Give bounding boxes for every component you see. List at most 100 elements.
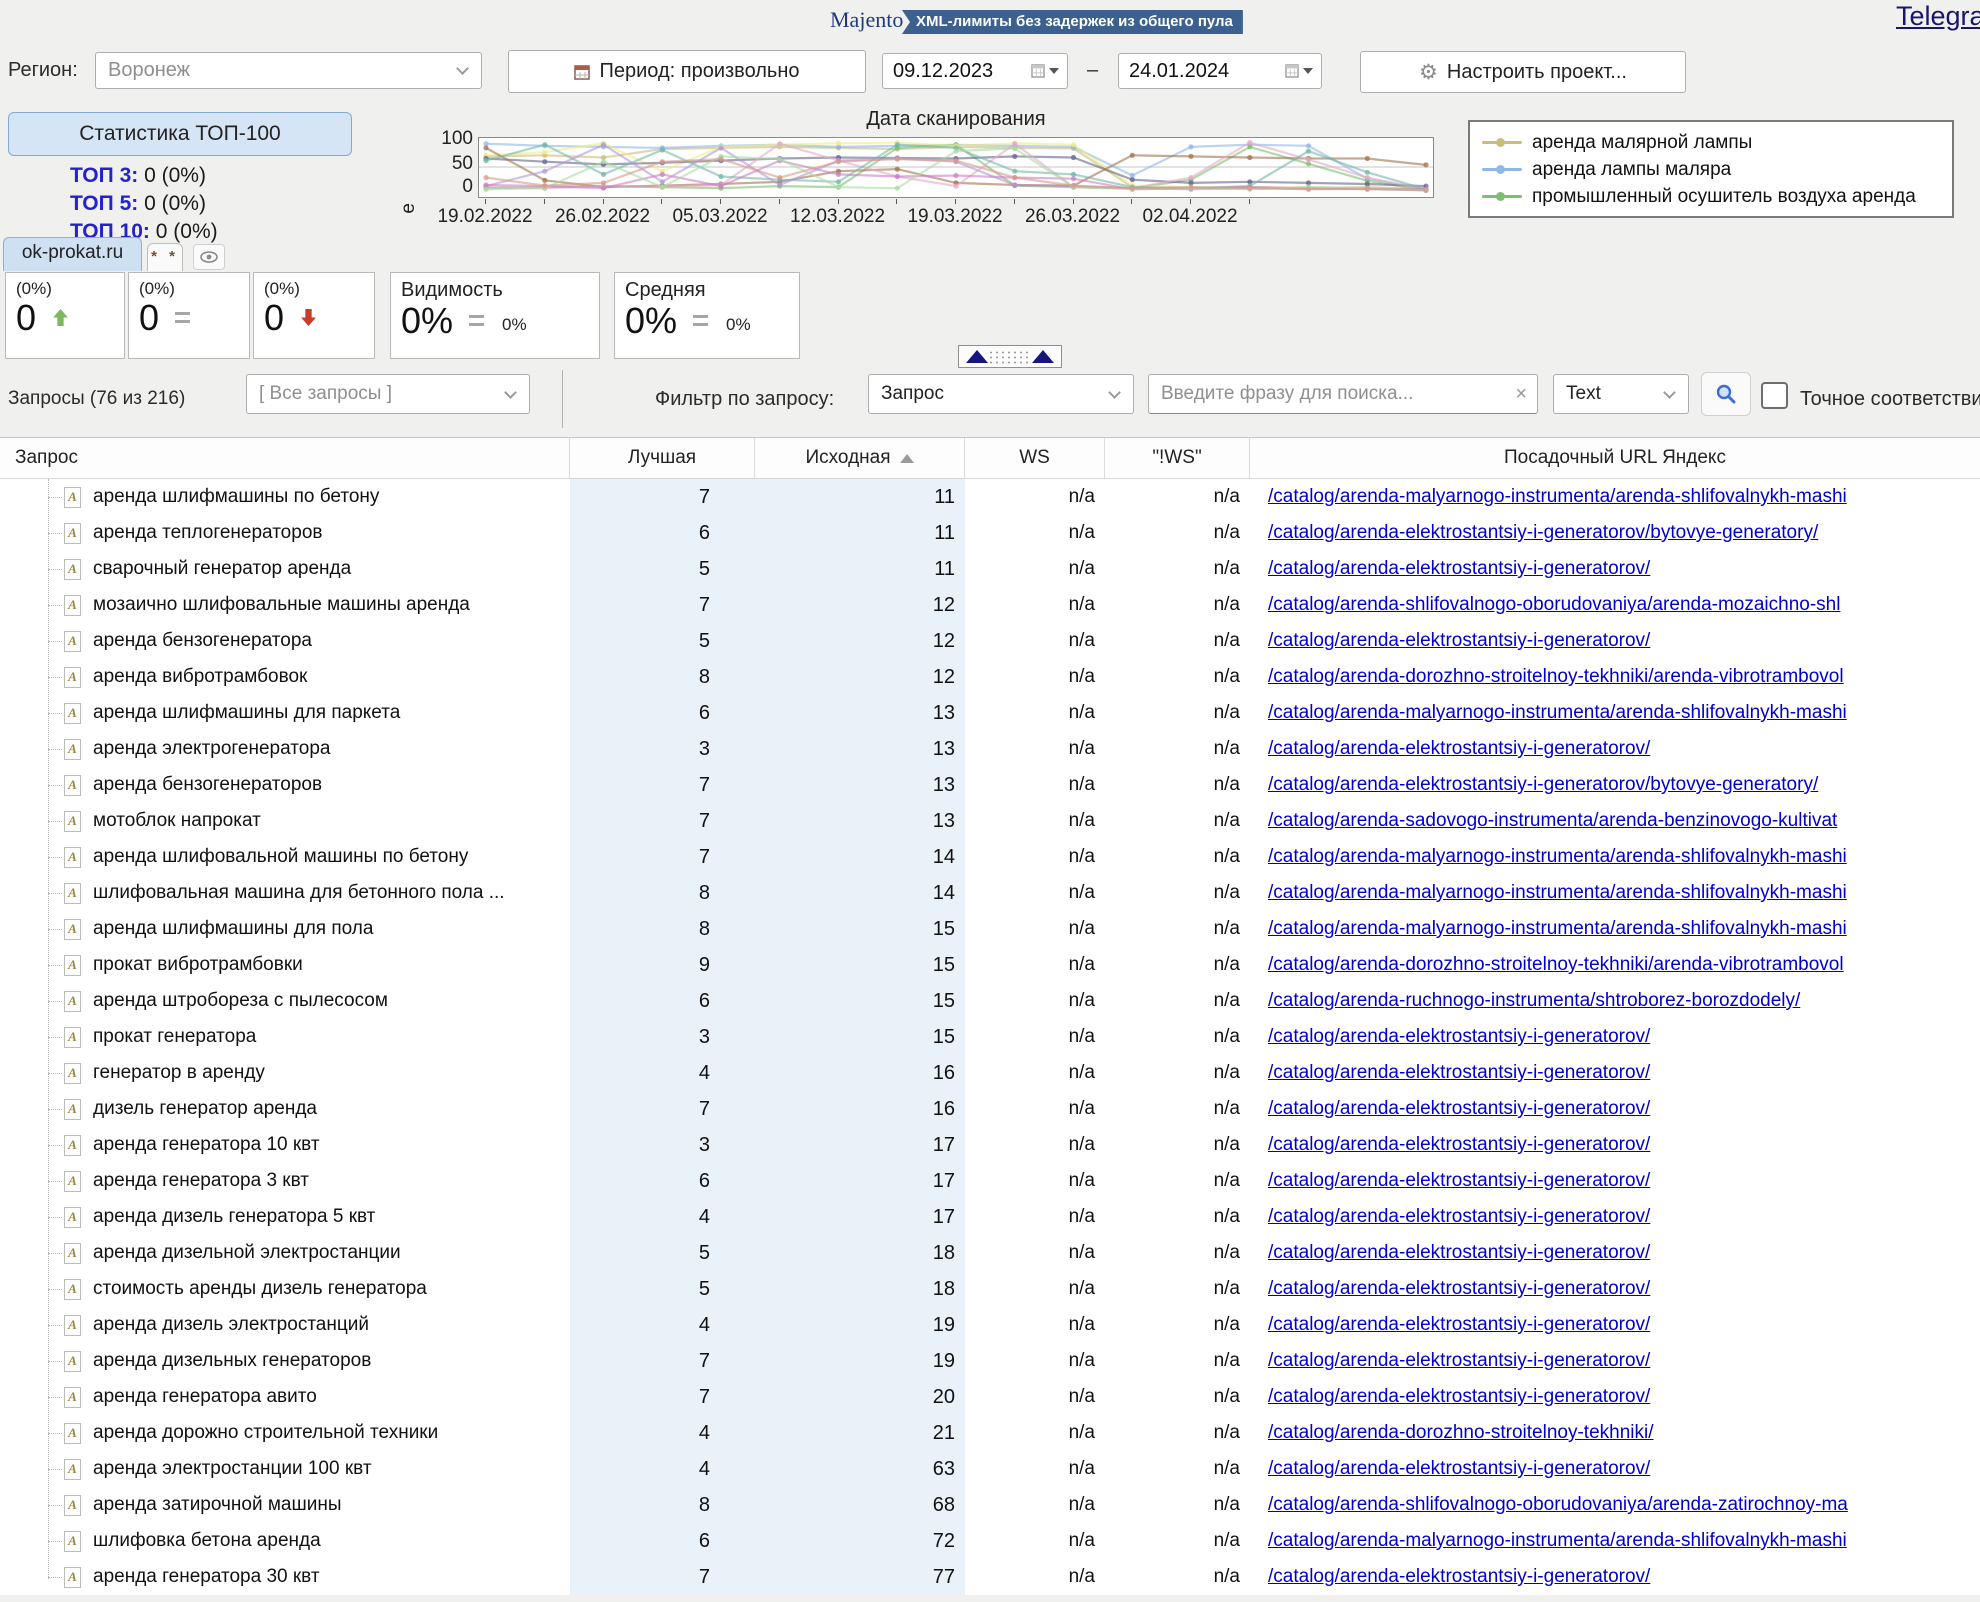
landing-url-link[interactable]: /catalog/arenda-elektrostantsiy-i-genera…	[1268, 1278, 1650, 1299]
table-row[interactable]: Aаренда вибротрамбовок812n/an/a/catalog/…	[0, 659, 1980, 695]
table-row[interactable]: Aаренда генератора авито720n/an/a/catalo…	[0, 1379, 1980, 1415]
legend-item[interactable]: аренда лампы маляра	[1482, 156, 1940, 183]
table-row[interactable]: Aаренда затирочной машины868n/an/a/catal…	[0, 1487, 1980, 1523]
landing-url-link[interactable]: /catalog/arenda-elektrostantsiy-i-genera…	[1268, 1170, 1650, 1191]
landing-url-link[interactable]: /catalog/arenda-ruchnogo-instrumenta/sht…	[1268, 990, 1800, 1011]
table-row[interactable]: Aшлифовальная машина для бетонного пола …	[0, 875, 1980, 911]
landing-url-link[interactable]: /catalog/arenda-elektrostantsiy-i-genera…	[1268, 1566, 1650, 1587]
landing-url-link[interactable]: /catalog/arenda-elektrostantsiy-i-genera…	[1268, 1242, 1650, 1263]
landing-url-link[interactable]: /catalog/arenda-elektrostantsiy-i-genera…	[1268, 738, 1650, 759]
landing-url-link[interactable]: /catalog/arenda-malyarnogo-instrumenta/a…	[1268, 846, 1847, 867]
table-row[interactable]: Aаренда электрогенератора313n/an/a/catal…	[0, 731, 1980, 767]
match-mode-select[interactable]: Text	[1553, 374, 1689, 414]
tree-branch-line	[48, 1073, 62, 1074]
landing-url-link[interactable]: /catalog/arenda-malyarnogo-instrumenta/a…	[1268, 486, 1847, 507]
search-button[interactable]	[1701, 372, 1751, 416]
table-row[interactable]: Aсварочный генератор аренда511n/an/a/cat…	[0, 551, 1980, 587]
landing-url-link[interactable]: /catalog/arenda-malyarnogo-instrumenta/a…	[1268, 1530, 1847, 1551]
table-row[interactable]: Aаренда генератора 30 квт777n/an/a/catal…	[0, 1559, 1980, 1595]
landing-url-link[interactable]: /catalog/arenda-elektrostantsiy-i-genera…	[1268, 630, 1650, 651]
series-point	[1247, 155, 1252, 160]
table-row[interactable]: Aаренда шлифовальной машины по бетону714…	[0, 839, 1980, 875]
landing-url-link[interactable]: /catalog/arenda-elektrostantsiy-i-genera…	[1268, 1350, 1650, 1371]
column-header-ws[interactable]: WS	[965, 438, 1105, 478]
table-row[interactable]: Aшлифовка бетона аренда672n/an/a/catalog…	[0, 1523, 1980, 1559]
column-header-url[interactable]: Посадочный URL Яндекс	[1250, 438, 1980, 478]
landing-url-link[interactable]: /catalog/arenda-elektrostantsiy-i-genera…	[1268, 1458, 1650, 1479]
visibility-toggle-button[interactable]	[193, 244, 225, 270]
landing-url-link[interactable]: /catalog/arenda-shlifovalnogo-oborudovan…	[1268, 1494, 1848, 1515]
table-row[interactable]: Aаренда штробореза с пылесосом615n/an/a/…	[0, 983, 1980, 1019]
date-picker-icon[interactable]	[1031, 64, 1059, 78]
landing-url-link[interactable]: /catalog/arenda-elektrostantsiy-i-genera…	[1268, 1098, 1650, 1119]
landing-url-link[interactable]: /catalog/arenda-elektrostantsiy-i-genera…	[1268, 522, 1818, 543]
search-phrase-input[interactable]: Введите фразу для поиска... ×	[1148, 374, 1538, 414]
table-row[interactable]: Aаренда бензогенераторов713n/an/a/catalo…	[0, 767, 1980, 803]
table-row[interactable]: Aпрокат генератора315n/an/a/catalog/aren…	[0, 1019, 1980, 1055]
landing-url-link[interactable]: /catalog/arenda-elektrostantsiy-i-genera…	[1268, 1386, 1650, 1407]
collapse-panel-handle[interactable]	[958, 345, 1062, 368]
table-row[interactable]: Aаренда дизель генератора 5 квт417n/an/a…	[0, 1199, 1980, 1235]
table-row[interactable]: Aаренда дорожно строительной техники421n…	[0, 1415, 1980, 1451]
query-text: аренда дорожно строительной техники	[93, 1422, 438, 1444]
top100-stats-button[interactable]: Статистика ТОП-100	[8, 112, 352, 156]
landing-url-link[interactable]: /catalog/arenda-shlifovalnogo-oborudovan…	[1268, 594, 1840, 615]
landing-url-link[interactable]: /catalog/arenda-elektrostantsiy-i-genera…	[1268, 558, 1650, 579]
landing-url-link[interactable]: /catalog/arenda-malyarnogo-instrumenta/a…	[1268, 882, 1847, 903]
table-row[interactable]: Aпрокат вибротрамбовки915n/an/a/catalog/…	[0, 947, 1980, 983]
region-select[interactable]: Воронеж	[95, 52, 482, 89]
landing-url-link[interactable]: /catalog/arenda-elektrostantsiy-i-genera…	[1268, 1026, 1650, 1047]
landing-url-link[interactable]: /catalog/arenda-elektrostantsiy-i-genera…	[1268, 774, 1818, 795]
table-row[interactable]: Aаренда шлифмашины по бетону711n/an/a/ca…	[0, 479, 1980, 515]
legend-item[interactable]: аренда малярной лампы	[1482, 129, 1940, 156]
landing-url-link[interactable]: /catalog/arenda-sadovogo-instrumenta/are…	[1268, 810, 1837, 831]
date-picker-icon[interactable]	[1285, 64, 1313, 78]
secondary-tab[interactable]: * *	[147, 243, 183, 271]
landing-url-link[interactable]: /catalog/arenda-elektrostantsiy-i-genera…	[1268, 1134, 1650, 1155]
landing-url-link[interactable]: /catalog/arenda-dorozhno-stroitelnoy-tek…	[1268, 954, 1844, 975]
landing-url-link[interactable]: /catalog/arenda-dorozhno-stroitelnoy-tek…	[1268, 1422, 1654, 1443]
table-row[interactable]: Aаренда генератора 10 квт317n/an/a/catal…	[0, 1127, 1980, 1163]
table-row[interactable]: Aстоимость аренды дизель генератора518n/…	[0, 1271, 1980, 1307]
column-header-best[interactable]: Лучшая	[570, 438, 755, 478]
all-queries-select[interactable]: [ Все запросы ]	[246, 374, 530, 414]
date-to-field[interactable]: 24.01.2024	[1118, 53, 1322, 89]
x-tick-mark	[720, 199, 721, 204]
table-row[interactable]: Aмозаично шлифовальные машины аренда712n…	[0, 587, 1980, 623]
table-row[interactable]: Aаренда дизельной электростанции518n/an/…	[0, 1235, 1980, 1271]
column-header-query[interactable]: Запрос	[0, 438, 570, 478]
table-row[interactable]: Aгенератор в аренду416n/an/a/catalog/are…	[0, 1055, 1980, 1091]
column-header-initial[interactable]: Исходная	[755, 438, 965, 478]
configure-project-button[interactable]: ⚙ Настроить проект...	[1360, 51, 1686, 93]
landing-url-link[interactable]: /catalog/arenda-elektrostantsiy-i-genera…	[1268, 1314, 1650, 1335]
table-row[interactable]: Aаренда бензогенератора512n/an/a/catalog…	[0, 623, 1980, 659]
table-row[interactable]: Aаренда дизельных генераторов719n/an/a/c…	[0, 1343, 1980, 1379]
table-row[interactable]: Aаренда теплогенераторов611n/an/a/catalo…	[0, 515, 1980, 551]
legend-item[interactable]: промышленный осушитель воздуха аренда	[1482, 183, 1940, 210]
landing-url-link[interactable]: /catalog/arenda-malyarnogo-instrumenta/a…	[1268, 918, 1847, 939]
ws-cell: n/a	[965, 1271, 1105, 1307]
nws-cell: n/a	[1105, 479, 1250, 515]
table-row[interactable]: Aдизель генератор аренда716n/an/a/catalo…	[0, 1091, 1980, 1127]
table-row[interactable]: Aаренда генератора 3 квт617n/an/a/catalo…	[0, 1163, 1980, 1199]
series-point	[953, 149, 958, 154]
landing-url-link[interactable]: /catalog/arenda-elektrostantsiy-i-genera…	[1268, 1062, 1650, 1083]
landing-url-link[interactable]: /catalog/arenda-malyarnogo-instrumenta/a…	[1268, 702, 1847, 723]
table-row[interactable]: Aаренда электростанции 100 квт463n/an/a/…	[0, 1451, 1980, 1487]
table-row[interactable]: Aаренда дизель электростанций419n/an/a/c…	[0, 1307, 1980, 1343]
table-row[interactable]: Aмотоблок напрокат713n/an/a/catalog/aren…	[0, 803, 1980, 839]
table-row[interactable]: Aаренда шлифмашины для пола815n/an/a/cat…	[0, 911, 1980, 947]
x-tick-label: 26.02.2022	[547, 206, 659, 228]
landing-url-link[interactable]: /catalog/arenda-dorozhno-stroitelnoy-tek…	[1268, 666, 1844, 687]
exact-match-checkbox[interactable]	[1761, 382, 1788, 409]
table-row[interactable]: Aаренда шлифмашины для паркета613n/an/a/…	[0, 695, 1980, 731]
period-button[interactable]: Период: произвольно	[508, 50, 866, 93]
clear-input-icon[interactable]: ×	[1515, 383, 1527, 406]
telegram-link[interactable]: Telegram	[1896, 1, 1980, 32]
filter-field-select[interactable]: Запрос	[868, 374, 1134, 414]
landing-url-link[interactable]: /catalog/arenda-elektrostantsiy-i-genera…	[1268, 1206, 1650, 1227]
date-from-field[interactable]: 09.12.2023	[882, 53, 1068, 89]
column-header-nws[interactable]: "!WS"	[1105, 438, 1250, 478]
scan-chart-plot[interactable]	[478, 137, 1434, 198]
project-tab[interactable]: ok-prokat.ru	[3, 237, 142, 271]
